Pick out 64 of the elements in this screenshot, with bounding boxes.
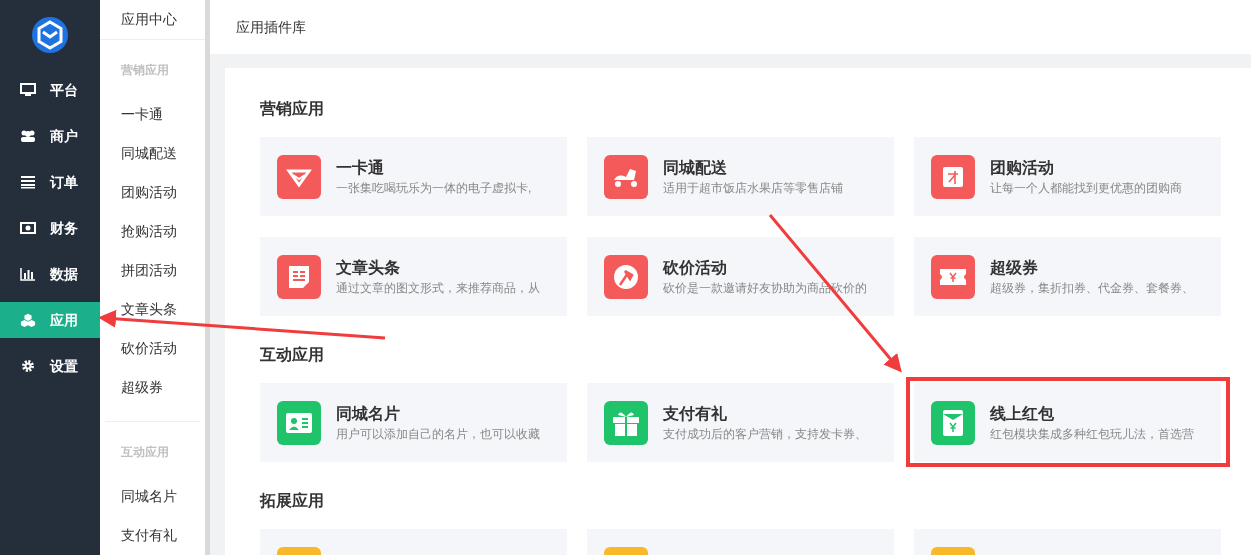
app-description: 支付成功后的客户营销，支持发卡券、 bbox=[663, 425, 867, 443]
id-card-icon bbox=[277, 400, 321, 445]
submenu-item[interactable]: 一卡通 bbox=[121, 95, 205, 134]
submenu-item[interactable]: 同城配送 bbox=[121, 134, 205, 173]
app-description: 让每一个人都能找到更优惠的团购商 bbox=[990, 179, 1182, 197]
nav-item[interactable]: 数据 bbox=[0, 256, 100, 292]
app-description: 超级券，集折扣券、代金券、套餐券、 bbox=[990, 279, 1194, 297]
group-label: 互动应用 bbox=[121, 444, 170, 461]
app-card[interactable]: 支付有礼 支付成功后的客户营销，支持发卡券、 bbox=[587, 383, 894, 462]
document-icon bbox=[277, 254, 321, 299]
app-card[interactable]: 团购活动 让每一个人都能找到更优惠的团购商 bbox=[914, 137, 1221, 216]
app-title: 同城配送 bbox=[663, 157, 728, 178]
section-title: 营销应用 bbox=[260, 99, 325, 119]
page-title: 应用插件库 bbox=[236, 17, 306, 37]
nav-item[interactable]: 设置 bbox=[0, 348, 100, 384]
money-icon bbox=[20, 222, 36, 234]
nav-item[interactable]: 财务 bbox=[0, 210, 100, 246]
list-icon bbox=[20, 175, 36, 189]
app-description: 用户可以添加自己的名片，也可以收藏 bbox=[336, 425, 540, 443]
submenu-item[interactable]: 团购活动 bbox=[121, 173, 205, 212]
app-card[interactable]: 一卡通 一张集吃喝玩乐为一体的电子虚拟卡, bbox=[260, 137, 567, 216]
app-description: 红包模块集成多种红包玩儿法，首选营 bbox=[990, 425, 1194, 443]
nav-item[interactable]: 订单 bbox=[0, 164, 100, 200]
submenu-item[interactable]: 抢购活动 bbox=[121, 212, 205, 251]
app-title: 一卡通 bbox=[336, 157, 385, 178]
submenu-title: 应用中心 bbox=[121, 10, 177, 29]
app-card[interactable]: 同城名片 用户可以添加自己的名片，也可以收藏 bbox=[260, 383, 567, 462]
app-card[interactable]: 超级券 超级券，集折扣券、代金券、套餐券、 bbox=[914, 237, 1221, 316]
submenu-item[interactable]: 支付有礼 bbox=[121, 516, 200, 555]
app-title: 团购活动 bbox=[990, 157, 1055, 178]
submenu-item[interactable]: 砍价活动 bbox=[121, 329, 205, 368]
app-title: 同城名片 bbox=[336, 403, 401, 424]
nav-item[interactable]: 平台 bbox=[0, 72, 100, 108]
cubes-icon bbox=[20, 312, 36, 328]
bar-chart-icon bbox=[20, 267, 36, 281]
logo-icon bbox=[31, 16, 69, 54]
app-card[interactable]: 同城配送 适用于超市饭店水果店等零售店铺 bbox=[587, 137, 894, 216]
section-title: 互动应用 bbox=[260, 345, 325, 365]
square-glyph-icon bbox=[931, 154, 975, 199]
submenu-item[interactable]: 拼团活动 bbox=[121, 251, 205, 290]
app-title: 超级券 bbox=[990, 257, 1039, 278]
submenu-item[interactable]: 文章头条 bbox=[121, 290, 205, 329]
app-description: 一张集吃喝玩乐为一体的电子虚拟卡, bbox=[336, 179, 532, 197]
app-title: 线上红包 bbox=[990, 403, 1055, 424]
group-label: 营销应用 bbox=[121, 62, 170, 79]
app-card[interactable]: 线上红包 红包模块集成多种红包玩儿法，首选营 bbox=[914, 383, 1221, 462]
envelope-icon bbox=[931, 400, 975, 445]
settings-icon bbox=[21, 359, 35, 373]
app-title: 支付有礼 bbox=[663, 403, 728, 424]
app-title: 砍价活动 bbox=[663, 257, 728, 278]
nav-item[interactable]: 商户 bbox=[0, 118, 100, 154]
coupon-icon bbox=[931, 254, 975, 299]
monitor-icon bbox=[20, 83, 36, 97]
app-description: 通过文章的图文形式，来推荐商品，从 bbox=[336, 279, 540, 297]
app-title: 文章头条 bbox=[336, 257, 401, 278]
submenu-item[interactable]: 超级券 bbox=[121, 368, 205, 407]
axe-icon bbox=[604, 254, 648, 299]
users-icon bbox=[20, 129, 36, 143]
app-card[interactable]: 文章头条 通过文章的图文形式，来推荐商品，从 bbox=[260, 237, 567, 316]
app-description: 适用于超市饭店水果店等零售店铺 bbox=[663, 179, 843, 197]
gift-icon bbox=[604, 400, 648, 445]
submenu-item[interactable]: 同城名片 bbox=[121, 477, 200, 516]
scooter-icon bbox=[604, 154, 648, 199]
section-title: 拓展应用 bbox=[260, 491, 325, 511]
